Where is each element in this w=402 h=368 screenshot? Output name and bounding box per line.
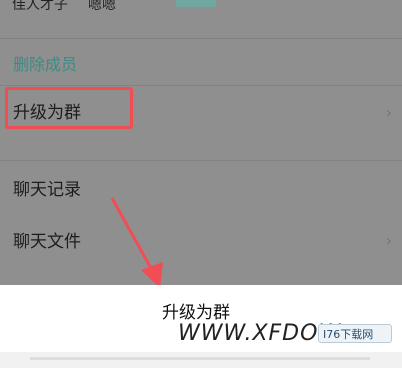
watermark-text: WWW.XFDOW <box>178 321 342 346</box>
divider <box>0 38 402 39</box>
highlight-annotation-box <box>5 87 133 129</box>
member-name-2[interactable]: 嗯嗯 <box>88 0 116 14</box>
remove-member-label: 删除成员 <box>13 55 78 74</box>
chevron-right-icon: › <box>385 103 392 122</box>
remove-member-item[interactable]: 删除成员 <box>0 42 402 86</box>
member-row: 佳人才子 嗯嗯 <box>0 0 402 14</box>
chat-history-item[interactable]: 聊天记录 <box>0 166 402 210</box>
chat-history-label: 聊天记录 <box>13 180 81 200</box>
divider <box>0 160 402 161</box>
chat-files-item[interactable]: 聊天文件 › <box>0 217 402 261</box>
member-name-1[interactable]: 佳人才子 <box>12 0 68 14</box>
action-sheet-upgrade-button[interactable]: 升级为群 <box>162 298 230 323</box>
divider <box>0 85 402 86</box>
home-indicator <box>30 357 370 360</box>
bottom-bar <box>0 352 402 368</box>
watermark-logo: I76下载网 <box>318 324 392 343</box>
member-avatar-tag[interactable] <box>176 0 216 7</box>
chat-files-label: 聊天文件 <box>13 232 81 252</box>
chevron-right-icon: › <box>385 231 392 250</box>
